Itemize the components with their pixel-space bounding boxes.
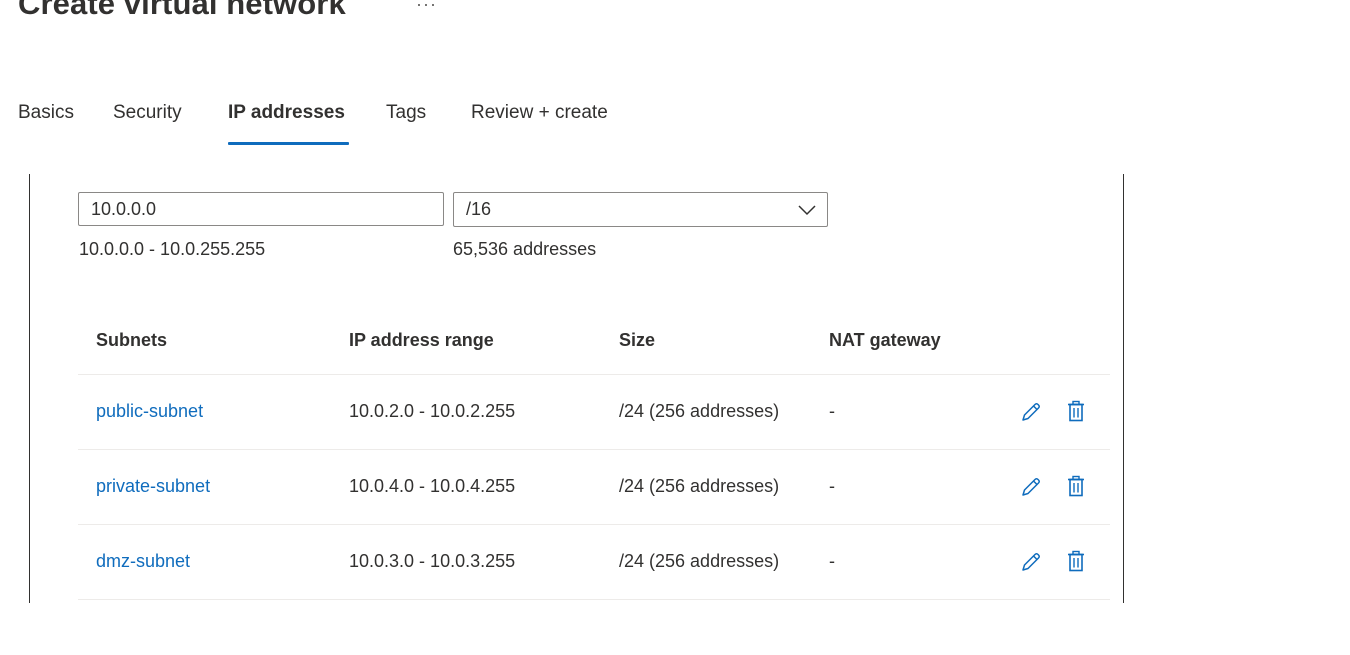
tab-review-create[interactable]: Review + create	[471, 102, 608, 124]
subnet-ip-range: 10.0.3.0 - 10.0.3.255	[349, 551, 516, 571]
trash-icon[interactable]	[1066, 400, 1086, 422]
panel-border-left	[29, 174, 30, 603]
table-header: Subnets IP address range Size NAT gatewa…	[78, 320, 1110, 375]
table-row: private-subnet 10.0.4.0 - 10.0.4.255 /24…	[78, 450, 1110, 525]
create-vnet-page: Create virtual network ··· Basics Securi…	[0, 0, 1350, 655]
table-row: dmz-subnet 10.0.3.0 - 10.0.3.255 /24 (25…	[78, 525, 1110, 600]
address-count-text: 65,536 addresses	[453, 239, 597, 259]
subnet-name-link[interactable]: dmz-subnet	[96, 551, 190, 572]
tab-tags[interactable]: Tags	[386, 102, 426, 124]
panel-border-right	[1123, 174, 1124, 603]
header-subnets: Subnets	[96, 330, 168, 350]
subnet-size: /24 (256 addresses)	[619, 476, 780, 496]
subnet-ip-range: 10.0.2.0 - 10.0.2.255	[349, 401, 516, 421]
table-row: public-subnet 10.0.2.0 - 10.0.2.255 /24 …	[78, 375, 1110, 450]
wizard-tabs: Basics Security IP addresses Tags Review…	[0, 102, 700, 146]
subnet-name-link[interactable]: private-subnet	[96, 476, 210, 497]
trash-icon[interactable]	[1066, 550, 1086, 572]
subnet-nat-gateway: -	[829, 401, 835, 421]
subnet-size: /24 (256 addresses)	[619, 401, 780, 421]
subnet-nat-gateway: -	[829, 551, 835, 571]
pencil-icon[interactable]	[1020, 476, 1042, 498]
more-options-button[interactable]: ···	[416, 0, 437, 15]
subnet-name-link[interactable]: public-subnet	[96, 401, 203, 422]
address-space-ip-input[interactable]	[78, 192, 444, 226]
tab-basics[interactable]: Basics	[18, 102, 74, 124]
chevron-down-icon	[798, 205, 816, 216]
address-prefix-value: /16	[466, 199, 492, 219]
active-tab-indicator	[228, 142, 349, 145]
pencil-icon[interactable]	[1020, 401, 1042, 423]
header-nat-gateway: NAT gateway	[829, 330, 941, 350]
page-title: Create virtual network	[18, 0, 346, 21]
tab-security[interactable]: Security	[113, 102, 182, 124]
header-size: Size	[619, 330, 656, 350]
subnet-size: /24 (256 addresses)	[619, 551, 780, 571]
address-range-text: 10.0.0.0 - 10.0.255.255	[79, 239, 266, 259]
subnets-table: Subnets IP address range Size NAT gatewa…	[78, 320, 1110, 600]
header-ip-range: IP address range	[349, 330, 494, 350]
pencil-icon[interactable]	[1020, 551, 1042, 573]
tab-ip-addresses[interactable]: IP addresses	[228, 102, 345, 124]
address-prefix-dropdown[interactable]: /16	[453, 192, 828, 227]
subnet-nat-gateway: -	[829, 476, 835, 496]
subnet-ip-range: 10.0.4.0 - 10.0.4.255	[349, 476, 516, 496]
trash-icon[interactable]	[1066, 475, 1086, 497]
